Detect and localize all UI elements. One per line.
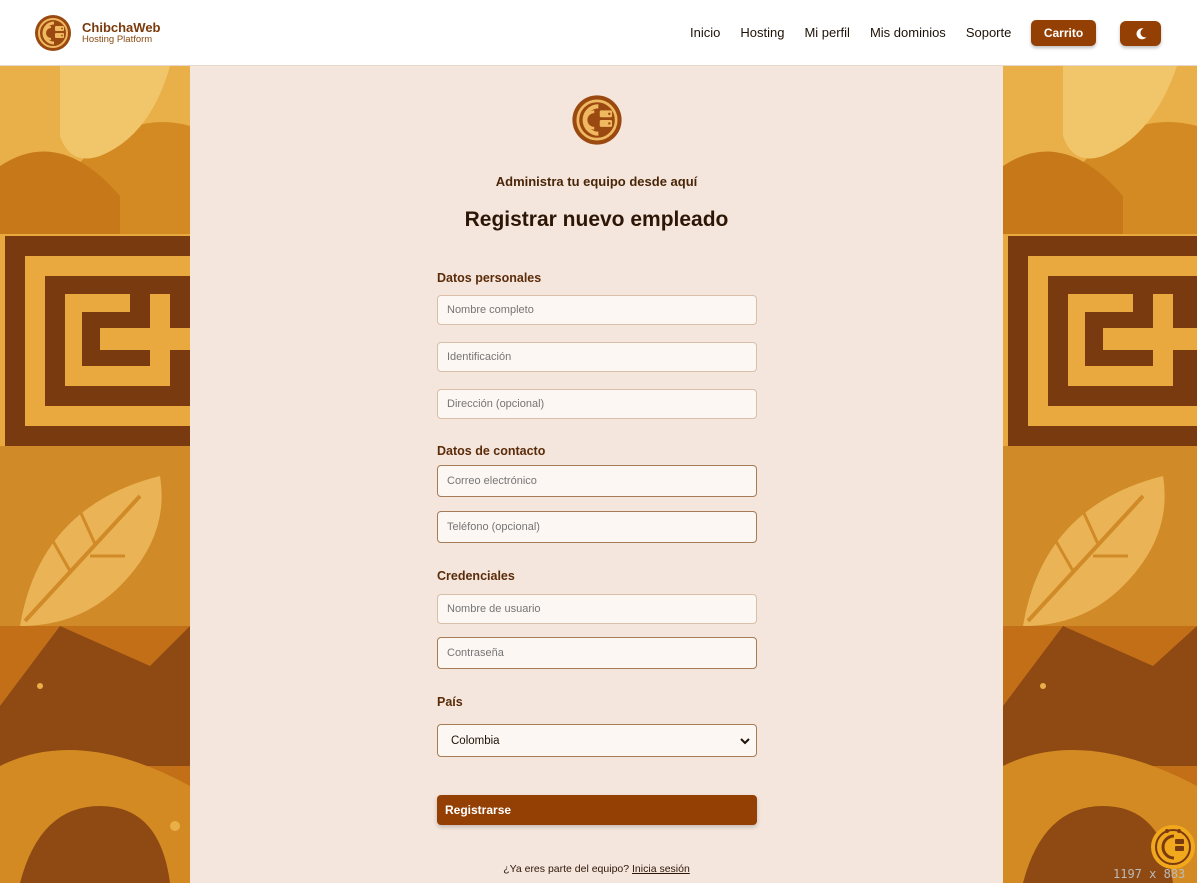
- chevron-down-icon: [740, 738, 750, 745]
- register-button[interactable]: Registrarse: [437, 795, 757, 825]
- password-input[interactable]: [437, 637, 757, 669]
- dimensions-overlay: 1197 x 883: [1113, 867, 1186, 881]
- top-navbar: ChibchaWeb Hosting Platform Inicio Hosti…: [0, 0, 1197, 66]
- assistant-avatar-icon[interactable]: [1150, 824, 1196, 870]
- theme-toggle-button[interactable]: [1120, 21, 1161, 46]
- phone-input[interactable]: [437, 511, 757, 543]
- login-prompt-text: ¿Ya eres parte del equipo?: [503, 863, 630, 875]
- left-decorative-panel: [0, 66, 190, 883]
- login-link[interactable]: Inicia sesión: [632, 863, 690, 875]
- moon-icon: [1136, 27, 1146, 39]
- username-input[interactable]: [437, 594, 757, 624]
- section-label-contact: Datos de contacto: [437, 444, 546, 458]
- registration-panel: Administra tu equipo desde aquí Registra…: [190, 66, 1003, 883]
- nav-mis-dominios[interactable]: Mis dominios: [870, 25, 946, 40]
- identification-input[interactable]: [437, 342, 757, 372]
- country-select-value: Colombia: [451, 734, 500, 747]
- tagline: Administra tu equipo desde aquí: [495, 174, 698, 189]
- section-label-country: País: [437, 695, 463, 709]
- right-decorative-panel: [1003, 66, 1197, 883]
- chibchaweb-logo-icon: [572, 95, 622, 145]
- nav-mi-perfil[interactable]: Mi perfil: [804, 25, 850, 40]
- address-input[interactable]: [437, 389, 757, 419]
- section-label-personal: Datos personales: [437, 271, 542, 285]
- nav-hosting[interactable]: Hosting: [740, 25, 784, 40]
- brand-subtitle: Hosting Platform: [82, 33, 153, 45]
- brand[interactable]: ChibchaWeb Hosting Platform: [34, 14, 161, 52]
- brand-name: ChibchaWeb: [82, 20, 161, 36]
- country-select[interactable]: Colombia: [437, 724, 757, 757]
- cart-button[interactable]: Carrito: [1031, 20, 1096, 46]
- login-prompt: ¿Ya eres parte del equipo? Inicia sesión: [190, 863, 1003, 875]
- chibchaweb-logo-icon: [35, 15, 71, 51]
- email-input[interactable]: [437, 465, 757, 497]
- pre-columbian-pattern-image: [0, 66, 190, 883]
- full-name-input[interactable]: [437, 295, 757, 325]
- nav-inicio[interactable]: Inicio: [690, 25, 720, 40]
- main-nav: Inicio Hosting Mi perfil Mis dominios So…: [690, 25, 1031, 40]
- nav-soporte[interactable]: Soporte: [966, 25, 1012, 40]
- pre-columbian-pattern-image: [1003, 66, 1197, 883]
- page-title: Registrar nuevo empleado: [464, 208, 729, 231]
- section-label-credentials: Credenciales: [437, 569, 515, 583]
